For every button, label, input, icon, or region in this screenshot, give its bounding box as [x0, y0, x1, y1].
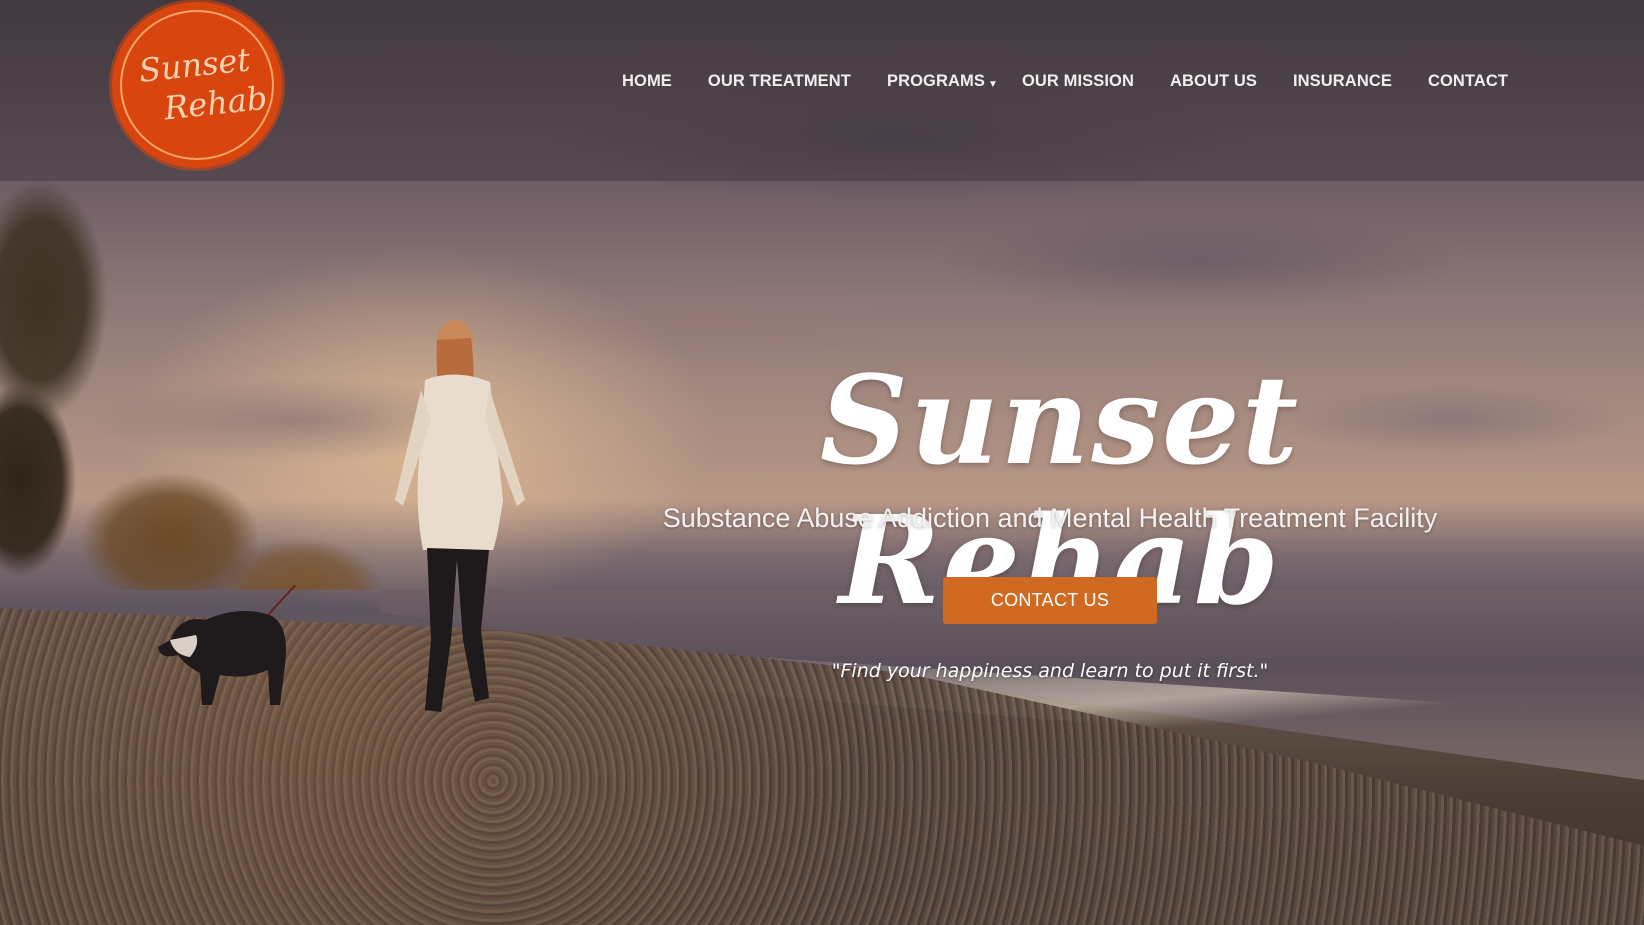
logo-text: Sunset Rehab — [125, 38, 270, 132]
main-nav: HOME OUR TREATMENT PROGRAMS ▼ OUR MISSIO… — [620, 72, 1508, 91]
contact-us-button[interactable]: CONTACT US — [943, 577, 1157, 624]
hero-quote: "Find your happiness and learn to put it… — [831, 660, 1269, 682]
nav-contact[interactable]: CONTACT — [1428, 72, 1508, 91]
top-navbar: Sunset Rehab HOME OUR TREATMENT PROGRAMS… — [0, 0, 1644, 181]
woman-walking-silhouette — [395, 320, 525, 712]
nav-home[interactable]: HOME — [622, 72, 672, 91]
nav-our-treatment[interactable]: OUR TREATMENT — [708, 72, 851, 91]
nav-programs-label: PROGRAMS — [886, 72, 985, 90]
dog-silhouette — [158, 585, 297, 705]
site-logo[interactable]: Sunset Rehab — [112, 2, 282, 168]
hero-section: Sunset Rehab HOME OUR TREATMENT PROGRAMS… — [0, 0, 1644, 925]
nav-programs[interactable]: PROGRAMS ▼ — [887, 72, 998, 91]
hero-subtitle: Substance Abuse Addiction and Mental Hea… — [662, 503, 1438, 533]
nav-our-mission[interactable]: OUR MISSION — [1022, 72, 1134, 91]
nav-insurance[interactable]: INSURANCE — [1293, 72, 1392, 91]
trees — [0, 120, 420, 590]
caret-down-icon: ▼ — [987, 79, 998, 90]
nav-about-us[interactable]: ABOUT US — [1170, 72, 1257, 91]
